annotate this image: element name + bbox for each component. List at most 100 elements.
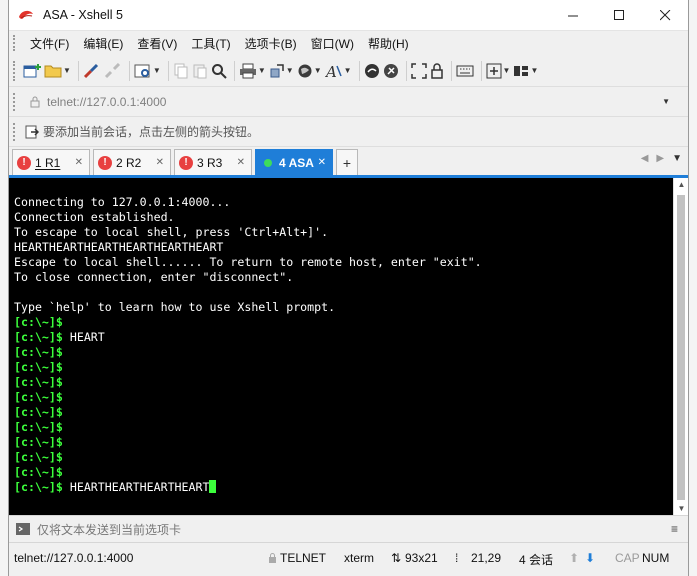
add-session-arrow-icon[interactable] (25, 125, 39, 139)
paste-button[interactable] (192, 59, 208, 83)
shell-prompt: [c:\~]$ (14, 450, 63, 464)
tab-label: 3 R3 (197, 155, 223, 170)
toolbar-separator (233, 60, 235, 81)
print-button[interactable]: ▼ (239, 59, 266, 83)
keyboard-button[interactable] (456, 59, 474, 83)
tab-close-icon[interactable]: ✕ (237, 157, 245, 168)
toolbar-grip[interactable] (13, 60, 17, 81)
address-input[interactable]: telnet://127.0.0.1:4000 (47, 95, 662, 109)
fullscreen-button[interactable] (410, 59, 427, 83)
menu-tab[interactable]: 选项卡(B) (238, 32, 304, 55)
minimize-button[interactable] (550, 0, 596, 31)
menu-edit[interactable]: 编辑(E) (76, 32, 130, 55)
status-protocol: TELNET (280, 551, 327, 565)
scroll-thumb[interactable] (677, 195, 685, 500)
terminal-scrollbar[interactable]: ▲ ▼ (673, 178, 688, 515)
tab-r1[interactable]: ! 1 R1 ✕ (12, 149, 90, 175)
status-caps: CAP (615, 551, 640, 565)
toolbar-separator (128, 60, 130, 81)
lock-button[interactable] (430, 59, 444, 83)
tab-prev-icon[interactable]: ◀ (641, 153, 649, 164)
address-grip[interactable] (13, 92, 17, 111)
terminal-prompt-line: [c:\~]$ HEARTHEARTHEARTHEART (14, 480, 673, 495)
address-dropdown-icon[interactable]: ▼ (662, 97, 670, 106)
menu-window[interactable]: 窗口(W) (304, 32, 361, 55)
shell-prompt: [c:\~]$ (14, 315, 63, 329)
scroll-down-icon[interactable]: ▼ (674, 504, 689, 513)
address-field[interactable]: telnet://127.0.0.1:4000 ▼ (25, 91, 678, 113)
find-button[interactable] (211, 59, 227, 83)
close-button[interactable] (642, 0, 688, 31)
terminal-prompt-line: [c:\~]$ (14, 435, 673, 450)
chevron-down-icon: ▼ (257, 66, 266, 75)
menu-tools[interactable]: 工具(T) (184, 32, 237, 55)
add-icon (486, 63, 502, 78)
terminal-output[interactable]: Connecting to 127.0.0.1:4000... Connectio… (9, 178, 673, 515)
text-cursor (209, 480, 217, 493)
tab-asa[interactable]: 4 ASA ✕ (255, 149, 333, 175)
fullscreen-icon (410, 62, 427, 79)
menu-view[interactable]: 查看(V) (130, 32, 184, 55)
tab-label: 4 ASA (279, 155, 314, 170)
terminal-prompt-line: [c:\~]$ (14, 390, 673, 405)
tab-list-dropdown-icon[interactable]: ▼ (672, 153, 682, 164)
encoding-button[interactable]: ▼ (297, 59, 322, 83)
cursor-position-icon: ⁞ (455, 551, 459, 565)
menu-grip[interactable] (13, 35, 17, 51)
shell-prompt: [c:\~]$ (14, 405, 63, 419)
compose-menu-icon[interactable]: ≡ (671, 522, 678, 536)
tab-r2[interactable]: ! 2 R2 ✕ (93, 149, 171, 175)
new-tab-plus-button[interactable]: + (336, 149, 358, 175)
maximize-button[interactable] (596, 0, 642, 31)
shell-prompt: [c:\~]$ (14, 465, 63, 479)
terminal-prompt-line: [c:\~]$ (14, 315, 673, 330)
status-connection: telnet://127.0.0.1:4000 (14, 551, 134, 565)
tab-bar: ! 1 R1 ✕ ! 2 R2 ✕ ! 3 R3 ✕ 4 ASA ✕ + ◀ ▶… (9, 147, 688, 175)
tab-close-icon[interactable]: ✕ (75, 157, 83, 168)
disconnect-icon (104, 62, 120, 78)
warning-icon: ! (179, 155, 193, 170)
tab-navigation: ◀ ▶ ▼ (641, 153, 682, 164)
title-bar: ASA - Xshell 5 (9, 0, 688, 31)
menu-help[interactable]: 帮助(H) (361, 32, 416, 55)
tab-r3[interactable]: ! 3 R3 ✕ (174, 149, 252, 175)
menu-bar: 文件(F) 编辑(E) 查看(V) 工具(T) 选项卡(B) 窗口(W) 帮助(… (9, 31, 688, 55)
new-tab-button[interactable]: ▼ (486, 59, 511, 83)
transfer-button[interactable]: ▼ (269, 59, 294, 83)
copy-button[interactable] (173, 59, 189, 83)
compose-input[interactable]: 仅将文本发送到当前选项卡 (37, 521, 181, 538)
disconnect-button[interactable] (104, 59, 122, 83)
properties-button[interactable]: ▼ (134, 59, 161, 83)
tab-close-icon[interactable]: ✕ (318, 157, 326, 168)
menu-file[interactable]: 文件(F) (23, 32, 76, 55)
chevron-down-icon: ▼ (502, 66, 511, 75)
xftp-button[interactable] (364, 59, 380, 83)
terminal-area: Connecting to 127.0.0.1:4000... Connectio… (9, 175, 688, 515)
tab-next-icon[interactable]: ▶ (656, 153, 664, 164)
font-icon: A (325, 63, 342, 79)
toolbar-separator (358, 60, 360, 81)
status-terminal-type: xterm (344, 551, 374, 565)
hint-grip[interactable] (13, 122, 17, 141)
layout-button[interactable]: ▼ (513, 59, 538, 83)
compose-icon[interactable] (15, 522, 31, 536)
session-hint-bar: 要添加当前会话，点击左侧的箭头按钮。 (9, 117, 688, 147)
font-button[interactable]: A ▼ (325, 59, 352, 83)
scroll-up-icon[interactable]: ▲ (674, 180, 689, 189)
command-text: HEARTHEARTHEARTHEART (62, 480, 210, 494)
hint-text: 要添加当前会话，点击左侧的箭头按钮。 (43, 125, 260, 139)
tab-close-icon[interactable]: ✕ (156, 157, 164, 168)
status-size: 93x21 (405, 551, 438, 565)
chevron-down-icon: ▼ (343, 66, 352, 75)
chevron-down-icon: ▼ (285, 66, 294, 75)
xmanager-button[interactable] (383, 59, 399, 83)
chevron-down-icon: ▼ (530, 66, 539, 75)
terminal-line: Connection established. (14, 210, 175, 224)
new-session-button[interactable] (23, 59, 41, 83)
terminal-prompt-line: [c:\~]$ (14, 405, 673, 420)
status-bar: telnet://127.0.0.1:4000 TELNET xterm ⇅ 9… (9, 543, 688, 573)
connect-button[interactable] (83, 59, 101, 83)
open-session-button[interactable]: ▼ (44, 59, 71, 83)
xshell-window: ASA - Xshell 5 文件(F) 编辑(E) 查看(V) 工具(T) 选… (8, 0, 689, 576)
